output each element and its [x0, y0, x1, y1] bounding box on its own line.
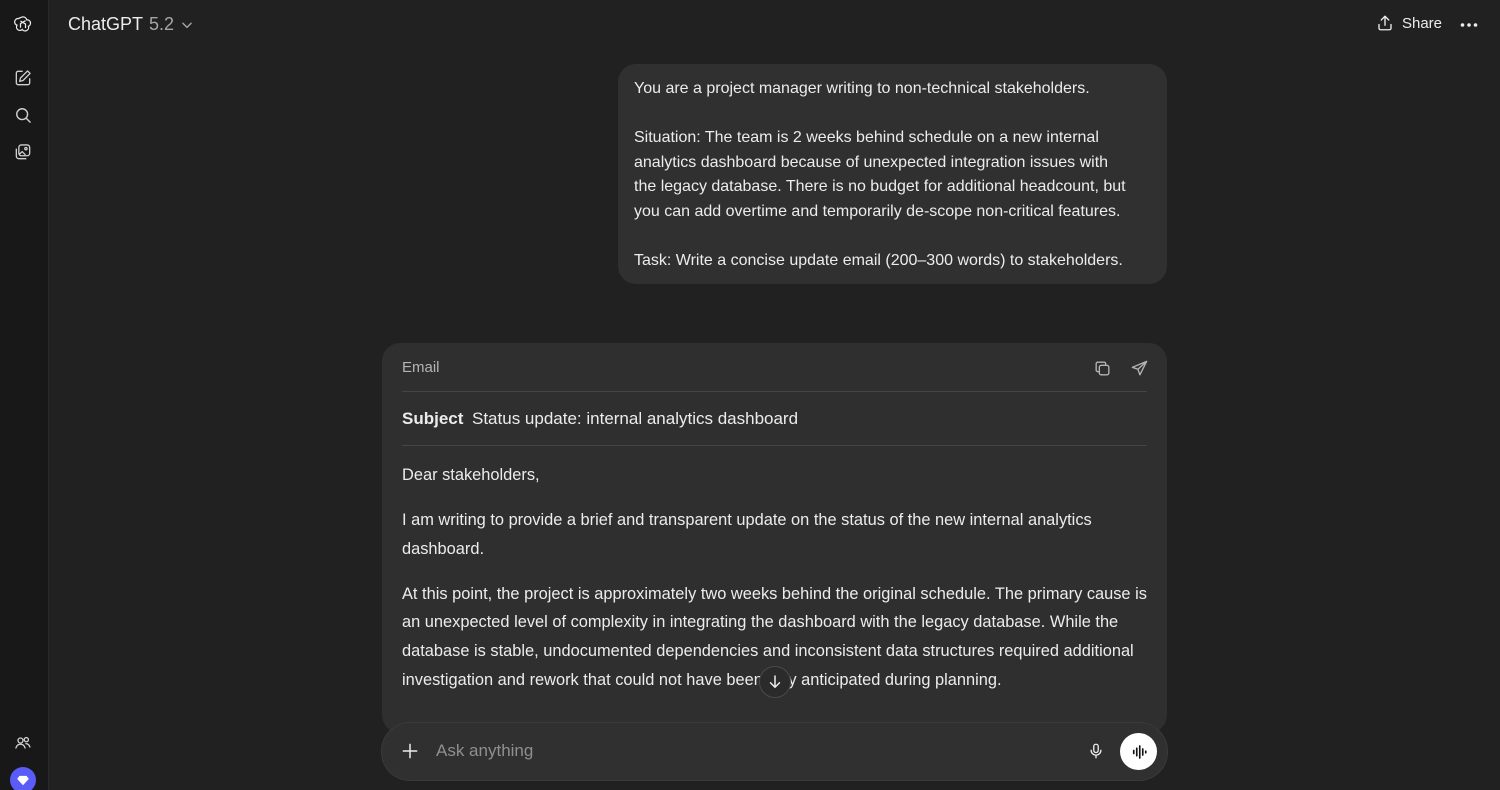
user-message-line: [634, 224, 1151, 249]
arrow-down-icon: [769, 675, 781, 688]
share-button[interactable]: Share: [1376, 14, 1442, 32]
top-bar: ChatGPT 5.2 Share: [49, 0, 1500, 50]
search-icon[interactable]: [9, 101, 37, 129]
plus-icon[interactable]: [399, 740, 421, 762]
paper-plane-icon[interactable]: [1128, 357, 1150, 379]
user-message-bubble: You are a project manager writing to non…: [618, 64, 1167, 284]
voice-mode-button[interactable]: [1120, 733, 1157, 770]
email-paragraph: I am writing to provide a brief and tran…: [402, 511, 1092, 558]
subject-key: Subject: [402, 409, 464, 428]
model-selector[interactable]: ChatGPT 5.2: [68, 14, 194, 35]
microphone-icon[interactable]: [1085, 740, 1107, 762]
user-message-line: [634, 102, 1151, 127]
email-card-header: Email: [402, 343, 1147, 392]
new-chat-icon[interactable]: [9, 64, 37, 92]
people-icon[interactable]: [9, 729, 37, 757]
user-message-line: You are a project manager writing to non…: [634, 80, 1090, 97]
waveform-icon: [1132, 744, 1147, 759]
ellipsis-icon: [1460, 23, 1478, 27]
copy-icon[interactable]: [1091, 357, 1113, 379]
share-label: Share: [1401, 14, 1442, 32]
images-icon[interactable]: [9, 138, 37, 166]
subject-value: Status update: internal analytics dashbo…: [472, 409, 799, 428]
chat-input[interactable]: [436, 737, 1066, 765]
openai-logo-icon[interactable]: [9, 10, 37, 38]
model-version: 5.2: [149, 14, 175, 34]
email-subject-row: Subject Status update: internal analytic…: [402, 392, 1147, 446]
more-options-button[interactable]: [1456, 12, 1482, 38]
user-message-line: Situation: The team is 2 weeks behind sc…: [634, 129, 1099, 146]
upload-icon: [1376, 14, 1394, 32]
diamond-icon[interactable]: [10, 767, 36, 790]
email-paragraph: Dear stakeholders,: [402, 466, 540, 484]
user-message-line: analytics dashboard because of unexpecte…: [634, 153, 1109, 171]
user-message-line: Task: Write a concise update email (200–…: [634, 251, 1123, 269]
scroll-to-bottom-button[interactable]: [759, 666, 791, 698]
composer: [382, 723, 1167, 780]
user-message-line: you can add overtime and temporarily de-…: [634, 202, 1121, 220]
email-card-label: Email: [402, 359, 440, 376]
user-message-line: the legacy database. There is no budget …: [634, 178, 1126, 195]
sidebar-rail: [0, 0, 49, 790]
chevron-down-icon: [180, 18, 194, 32]
model-name: ChatGPT: [68, 14, 144, 34]
